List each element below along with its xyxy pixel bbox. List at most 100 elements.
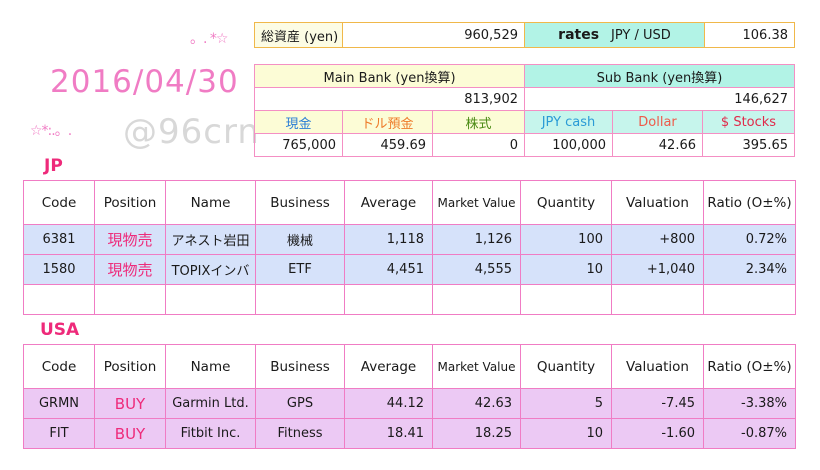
table-row: 1580 現物売 TOPIXインバ ETF 4,451 4,555 10 +1,… xyxy=(23,254,796,285)
cell-ratio: 0.72% xyxy=(703,224,796,255)
cell-valuation: +800 xyxy=(611,224,704,255)
header-position: Position xyxy=(94,180,166,225)
cell-code: FIT xyxy=(23,418,95,449)
total-assets-label: 総資産 (yen) xyxy=(254,22,343,48)
cell-market-value: 18.25 xyxy=(432,418,521,449)
cell-ratio: -0.87% xyxy=(703,418,796,449)
cash-value: 765,000 xyxy=(254,133,343,157)
cell-code: GRMN xyxy=(23,388,95,419)
cell-quantity: 100 xyxy=(520,224,612,255)
empty-cell xyxy=(611,284,704,315)
star-decoration: 。. *☆ xyxy=(190,31,228,47)
header-ratio: Ratio (O±%) xyxy=(703,344,796,389)
empty-cell xyxy=(344,284,433,315)
empty-cell xyxy=(520,284,612,315)
rates-value: 106.38 xyxy=(704,22,795,48)
section-label-jp: JP xyxy=(44,156,63,176)
cell-market-value: 42.63 xyxy=(432,388,521,419)
stocks-value: 0 xyxy=(432,133,525,157)
rates-label: rates JPY / USD xyxy=(524,22,705,48)
jp-holdings-table: Code Position Name Business Average Mark… xyxy=(23,180,796,315)
dollar-value: 42.66 xyxy=(612,133,703,157)
empty-cell xyxy=(255,284,345,315)
header-valuation: Valuation xyxy=(611,180,704,225)
usa-holdings-table: Code Position Name Business Average Mark… xyxy=(23,344,796,449)
star-decoration: ☆*:.。. xyxy=(30,123,72,139)
bank-table: Main Bank (yen換算) Sub Bank (yen換算) 813,9… xyxy=(254,64,795,157)
table-row: 6381 現物売 アネスト岩田 機械 1,118 1,126 100 +800 … xyxy=(23,224,796,255)
header-quantity: Quantity xyxy=(520,180,612,225)
header-code: Code xyxy=(23,344,95,389)
header-business: Business xyxy=(255,344,345,389)
empty-cell xyxy=(703,284,796,315)
summary-table: 総資産 (yen) 960,529 rates JPY / USD 106.38 xyxy=(254,22,795,48)
header-code: Code xyxy=(23,180,95,225)
header-name: Name xyxy=(165,344,256,389)
cell-name: Garmin Ltd. xyxy=(165,388,256,419)
cell-quantity: 10 xyxy=(520,254,612,285)
header-position: Position xyxy=(94,344,166,389)
header-average: Average xyxy=(344,344,433,389)
cell-name: アネスト岩田 xyxy=(165,224,256,255)
sub-bank-header: Sub Bank (yen換算) xyxy=(524,64,795,88)
empty-cell xyxy=(165,284,256,315)
cell-business: GPS xyxy=(255,388,345,419)
usd-stocks-header: $ Stocks xyxy=(702,110,795,134)
section-label-usa: USA xyxy=(40,320,80,340)
cell-average: 44.12 xyxy=(344,388,433,419)
header-market-value: Market Value xyxy=(432,180,521,225)
cell-market-value: 1,126 xyxy=(432,224,521,255)
cell-position: BUY xyxy=(94,418,166,449)
cell-business: ETF xyxy=(255,254,345,285)
table-row: FIT BUY Fitbit Inc. Fitness 18.41 18.25 … xyxy=(23,418,796,449)
cell-average: 1,118 xyxy=(344,224,433,255)
cell-code: 1580 xyxy=(23,254,95,285)
header-average: Average xyxy=(344,180,433,225)
rates-title: rates xyxy=(558,27,600,43)
cell-name: Fitbit Inc. xyxy=(165,418,256,449)
cell-market-value: 4,555 xyxy=(432,254,521,285)
jpy-cash-header: JPY cash xyxy=(524,110,613,134)
watermark-handle: @96crn xyxy=(123,112,260,152)
table-header-row: Code Position Name Business Average Mark… xyxy=(23,344,796,389)
header-business: Business xyxy=(255,180,345,225)
empty-cell xyxy=(432,284,521,315)
cell-quantity: 10 xyxy=(520,418,612,449)
header-name: Name xyxy=(165,180,256,225)
stocks-header: 株式 xyxy=(432,110,525,134)
dollar-header: Dollar xyxy=(612,110,703,134)
cell-quantity: 5 xyxy=(520,388,612,419)
dollar-deposit-value: 459.69 xyxy=(342,133,433,157)
header-ratio: Ratio (O±%) xyxy=(703,180,796,225)
header-quantity: Quantity xyxy=(520,344,612,389)
main-bank-header: Main Bank (yen換算) xyxy=(254,64,525,88)
cell-valuation: -7.45 xyxy=(611,388,704,419)
cell-average: 18.41 xyxy=(344,418,433,449)
cash-header: 現金 xyxy=(254,110,343,134)
total-assets-value: 960,529 xyxy=(342,22,525,48)
usd-stocks-value: 395.65 xyxy=(702,133,795,157)
cell-ratio: 2.34% xyxy=(703,254,796,285)
table-row-empty xyxy=(23,284,796,315)
cell-business: Fitness xyxy=(255,418,345,449)
cell-average: 4,451 xyxy=(344,254,433,285)
sub-bank-total: 146,627 xyxy=(524,87,795,111)
header-valuation: Valuation xyxy=(611,344,704,389)
cell-ratio: -3.38% xyxy=(703,388,796,419)
cell-code: 6381 xyxy=(23,224,95,255)
empty-cell xyxy=(94,284,166,315)
cell-position: 現物売 xyxy=(94,224,166,255)
cell-name: TOPIXインバ xyxy=(165,254,256,285)
header-market-value: Market Value xyxy=(432,344,521,389)
main-bank-total: 813,902 xyxy=(254,87,525,111)
table-header-row: Code Position Name Business Average Mark… xyxy=(23,180,796,225)
empty-cell xyxy=(23,284,95,315)
cell-position: BUY xyxy=(94,388,166,419)
cell-valuation: -1.60 xyxy=(611,418,704,449)
cell-valuation: +1,040 xyxy=(611,254,704,285)
dollar-deposit-header: ドル預金 xyxy=(342,110,433,134)
jpy-cash-value: 100,000 xyxy=(524,133,613,157)
rates-pair: JPY / USD xyxy=(611,28,671,43)
report-date: 2016/04/30 xyxy=(50,64,239,100)
cell-position: 現物売 xyxy=(94,254,166,285)
